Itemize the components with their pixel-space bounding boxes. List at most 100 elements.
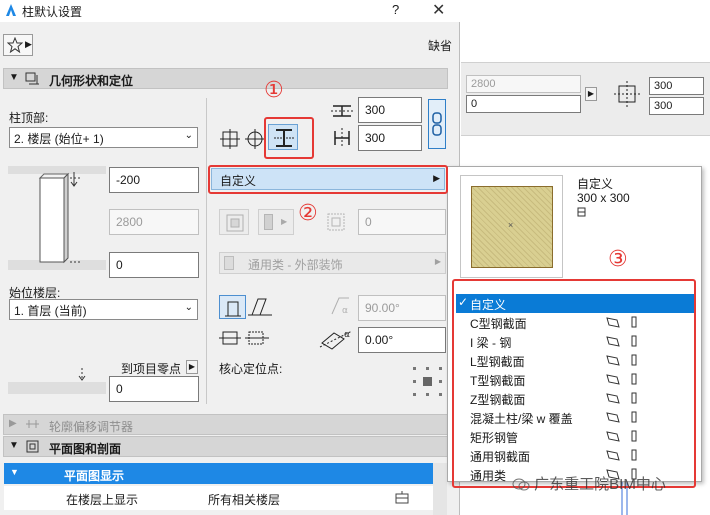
link-dimensions-button[interactable]: [428, 99, 446, 149]
core-anchor-label: 核心定位点:: [219, 362, 283, 376]
column-default-settings-dialog: 柱默认设置 ? ✕ ▶ 缺省 ▼ 几何形状和定位 柱顶部: 2. 楼层 (始位+…: [0, 0, 460, 515]
profile-preview-shape: ×: [471, 186, 553, 268]
plan-display-label: 平面图显示: [64, 469, 125, 483]
collapse-triangle-icon: ▶: [9, 418, 17, 429]
project-zero-label: 到项目零点: [121, 362, 182, 376]
chevron-right-icon: ▶: [281, 217, 288, 226]
vertical-column-icon: [225, 301, 241, 317]
anchor-point-grid[interactable]: [410, 364, 446, 400]
rotation-angle-field[interactable]: 0.00°: [358, 327, 446, 353]
watermark: 广东重工院BIM中心: [512, 473, 666, 494]
favorites-button[interactable]: ▶: [3, 34, 33, 56]
profile-preview-marker: ×: [508, 220, 514, 230]
annotation-number-1: ①: [264, 77, 284, 102]
background-info-box: 2800 0 ▶ 300 300: [461, 62, 710, 136]
veneer-thickness-icon: [327, 213, 345, 231]
title-bar: 柱默认设置 ? ✕: [0, 0, 460, 22]
preview-name: 自定义: [577, 177, 614, 191]
profile-offset-icon: [26, 420, 39, 428]
section-plan-title: 平面图和剖面: [49, 442, 122, 456]
chevron-right-icon: ▶: [434, 257, 441, 266]
material-swatch-icon: [224, 256, 234, 270]
veneer-thickness-field: 0: [358, 209, 446, 235]
background-field: 300: [649, 97, 704, 115]
cross-section-icon[interactable]: [219, 328, 241, 348]
chain-link-icon: [432, 112, 442, 136]
cross-section-alt-icon[interactable]: [245, 328, 269, 348]
expand-triangle-icon: ▼: [9, 440, 19, 451]
base-story-select[interactable]: 1. 首层 (当前) ⌄: [9, 299, 198, 320]
default-label: 缺省: [428, 39, 453, 53]
depth-field[interactable]: 300: [358, 125, 422, 151]
chevron-right-icon: ▶: [25, 39, 32, 49]
anchor-corner-icon[interactable]: [219, 128, 241, 150]
project-zero-menu-button[interactable]: ▶: [186, 360, 198, 374]
anchor-center-icon[interactable]: [244, 128, 266, 150]
background-field: 0: [466, 95, 581, 113]
section-plan-header[interactable]: ▼ 平面图和剖面: [3, 436, 448, 457]
core-options-disabled: ▶: [258, 209, 294, 235]
base-story-value: 1. 首层 (当前): [14, 304, 87, 318]
slanted-column-icon[interactable]: [248, 296, 272, 318]
background-field: 300: [649, 77, 704, 95]
background-field: 2800: [466, 75, 581, 93]
height-field: 2800: [109, 209, 199, 235]
bottom-offset-field[interactable]: 0: [109, 252, 199, 278]
show-on-stories-row[interactable]: 在楼层上显示 所有相关楼层: [4, 486, 433, 510]
svg-text:α: α: [342, 306, 348, 316]
annotation-box-2: [208, 165, 448, 194]
top-offset-field[interactable]: -200: [109, 167, 199, 193]
slant-angle-icon: α: [331, 297, 349, 316]
plan-display-header-row[interactable]: ▼ 平面图显示: [4, 463, 433, 484]
expand-triangle-icon: ▼: [10, 467, 19, 477]
preview-size: 300 x 300: [577, 191, 630, 205]
depth-icon: [334, 128, 350, 148]
plan-section-icon: [26, 440, 39, 453]
project-zero-field[interactable]: 0: [109, 376, 199, 402]
close-button[interactable]: ✕: [432, 0, 445, 20]
geometry-icon: [25, 72, 39, 85]
annotation-box-1: [264, 117, 314, 159]
separator: [206, 98, 207, 404]
core-button-disabled: [219, 209, 249, 235]
help-button[interactable]: ?: [392, 2, 399, 17]
chevron-down-icon: ⌄: [184, 130, 193, 141]
vertical-column-button[interactable]: [219, 295, 246, 319]
show-on-stories-label: 在楼层上显示: [66, 493, 139, 507]
project-zero-diagram: [8, 368, 106, 394]
star-icon: [7, 37, 23, 53]
show-on-stories-value: 所有相关楼层: [208, 493, 281, 507]
rotation-angle-icon: α: [319, 330, 353, 350]
core-box-icon: [226, 214, 244, 232]
watermark-text: 广东重工院BIM中心: [534, 476, 666, 493]
svg-text:α: α: [344, 330, 350, 340]
window-title: 柱默认设置: [22, 5, 83, 19]
stories-icon: [395, 491, 409, 504]
section-geometry-header[interactable]: ▼ 几何形状和定位: [3, 68, 448, 89]
annotation-number-3: ③: [608, 246, 628, 271]
profile-preview: ×: [460, 175, 563, 278]
surface-material-select: 通用类 - 外部装饰 ▶: [219, 252, 446, 274]
app-logo-icon: [6, 4, 16, 16]
profile-lock-icon: [577, 207, 586, 217]
annotation-number-2: ②: [298, 200, 318, 225]
section-profile-offset-header[interactable]: ▶ 轮廓偏移调节器: [3, 414, 448, 435]
scrollbar[interactable]: [433, 463, 447, 515]
width-field[interactable]: 300: [358, 97, 422, 123]
top-label: 柱顶部:: [9, 111, 49, 125]
top-story-value: 2. 楼层 (始位+ 1): [14, 132, 104, 146]
veneer-icon: [264, 214, 273, 230]
chevron-down-icon: ⌄: [184, 302, 193, 313]
surface-material-value: 通用类 - 外部装饰: [248, 258, 343, 272]
section-geometry-title: 几何形状和定位: [49, 74, 134, 88]
width-icon: [331, 105, 353, 117]
section-profile-offset-title: 轮廓偏移调节器: [49, 420, 134, 434]
annotation-box-3: [452, 279, 696, 488]
top-story-select[interactable]: 2. 楼层 (始位+ 1) ⌄: [9, 127, 198, 148]
expand-triangle-icon: ▼: [9, 72, 19, 83]
background-arrow-button: ▶: [585, 87, 597, 101]
anchor-grid-icon: [614, 81, 640, 107]
column-elevation-diagram: [8, 166, 106, 270]
slant-angle-field: 90.00°: [358, 295, 446, 321]
wechat-icon: [512, 478, 530, 491]
